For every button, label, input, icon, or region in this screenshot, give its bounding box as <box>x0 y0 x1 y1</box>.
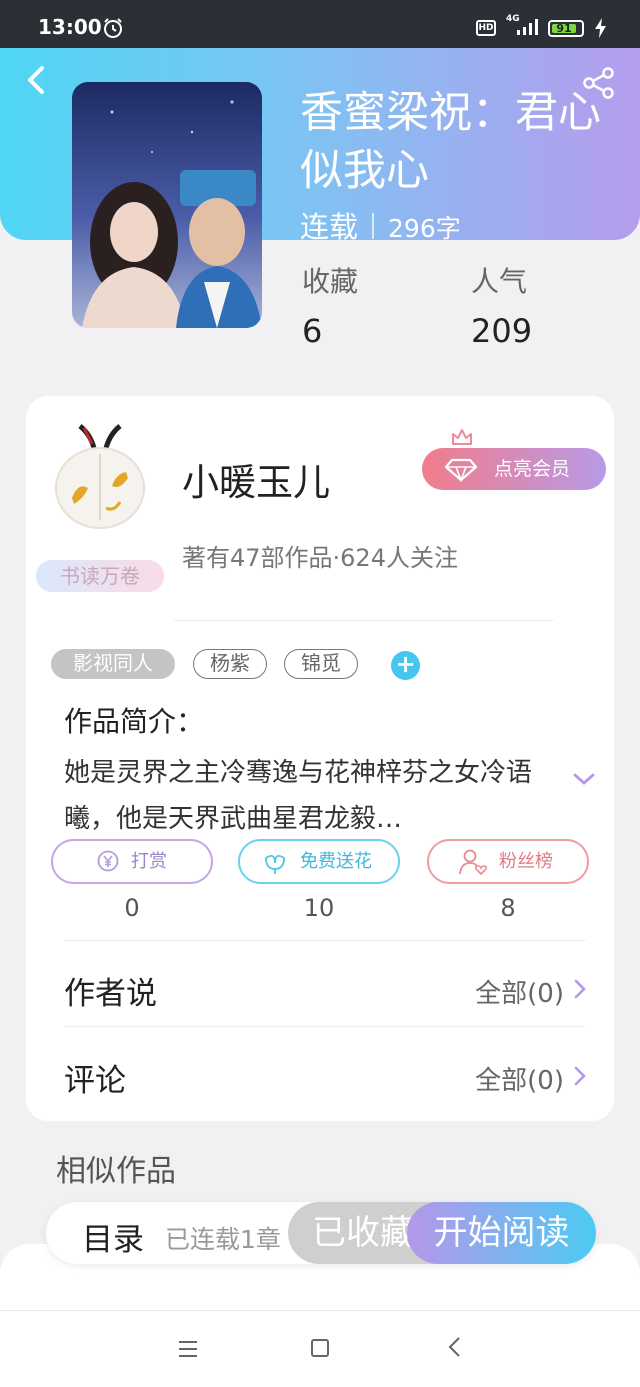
chevron-down-icon[interactable] <box>572 770 596 788</box>
menu-icon[interactable] <box>178 1340 198 1358</box>
fan-count: 8 <box>500 894 516 922</box>
author-notes-value: 全部(0) <box>475 979 564 1009</box>
tag-item[interactable]: 锦觅 <box>284 649 358 679</box>
popularity-value: 209 <box>471 312 533 350</box>
send-flower-button[interactable]: 免费送花 <box>238 839 400 884</box>
chevron-right-icon <box>574 1066 586 1086</box>
fan-rank-icon <box>459 849 488 875</box>
author-name[interactable]: 小暖玉儿 <box>182 452 330 506</box>
similar-works-title: 相似作品 <box>56 1154 176 1189</box>
author-avatar[interactable] <box>50 420 150 530</box>
hd-icon: HD <box>476 20 496 36</box>
favorites-value: 6 <box>302 312 323 350</box>
reward-count: 0 <box>124 894 140 922</box>
comments-label: 评论 <box>64 1063 126 1099</box>
book-status-line: 连载 296字 <box>300 204 461 246</box>
home-icon[interactable] <box>310 1338 330 1358</box>
back-icon[interactable] <box>22 64 50 96</box>
alarm-icon <box>104 18 122 38</box>
flower-count: 10 <box>303 894 335 922</box>
popularity-label: 人气 <box>471 265 528 298</box>
serial-status: 连载 <box>300 210 359 244</box>
reader-level-badge: 书读万卷 <box>36 560 164 592</box>
divider <box>64 1026 586 1027</box>
divider <box>174 620 554 621</box>
reward-button[interactable]: 打赏 <box>51 839 213 884</box>
fan-rank-label: 粉丝榜 <box>499 851 553 872</box>
tag-item[interactable]: 杨紫 <box>193 649 267 679</box>
vip-button-label: 点亮会员 <box>494 458 571 480</box>
toc-button[interactable]: 目录 <box>82 1214 144 1259</box>
tag-item[interactable]: 影视同人 <box>51 649 175 679</box>
yen-icon <box>97 850 119 872</box>
battery-level: 91 <box>552 23 576 34</box>
nav-back-icon[interactable] <box>447 1336 463 1358</box>
chevron-right-icon <box>574 979 586 999</box>
comments-value: 全部(0) <box>475 1066 564 1096</box>
start-reading-button[interactable]: 开始阅读 <box>407 1202 596 1264</box>
signal-icon <box>517 19 538 35</box>
book-cover[interactable] <box>72 82 262 328</box>
flower-icon <box>265 854 285 874</box>
fan-rank-button[interactable]: 粉丝榜 <box>427 839 589 884</box>
reward-label: 打赏 <box>131 851 167 872</box>
favorites-label: 收藏 <box>302 265 359 298</box>
toc-meta: 已连载1章 <box>165 1225 281 1254</box>
divider <box>64 940 586 941</box>
book-title: 香蜜梁祝：君心似我心 <box>300 88 601 196</box>
charging-icon <box>595 18 606 38</box>
status-bar: 13:00 HD 4G 91 <box>0 0 640 48</box>
cover-illustration <box>82 100 262 328</box>
word-count: 296字 <box>388 214 461 243</box>
author-meta: 著有47部作品·624人关注 <box>182 544 458 572</box>
crown-icon <box>452 429 472 445</box>
synopsis-text: 她是灵界之主冷骞逸与花神梓芬之女冷语曦，他是天界武曲星君龙毅… <box>64 758 533 834</box>
status-time: 13:00 <box>38 15 102 39</box>
battery-icon: 91 <box>548 20 584 37</box>
send-flower-label: 免费送花 <box>300 851 372 872</box>
diamond-icon <box>444 458 478 482</box>
add-tag-button[interactable]: + <box>391 651 420 680</box>
author-notes-label: 作者说 <box>64 976 157 1012</box>
synopsis-title: 作品简介： <box>64 705 205 738</box>
status-divider <box>372 213 375 239</box>
